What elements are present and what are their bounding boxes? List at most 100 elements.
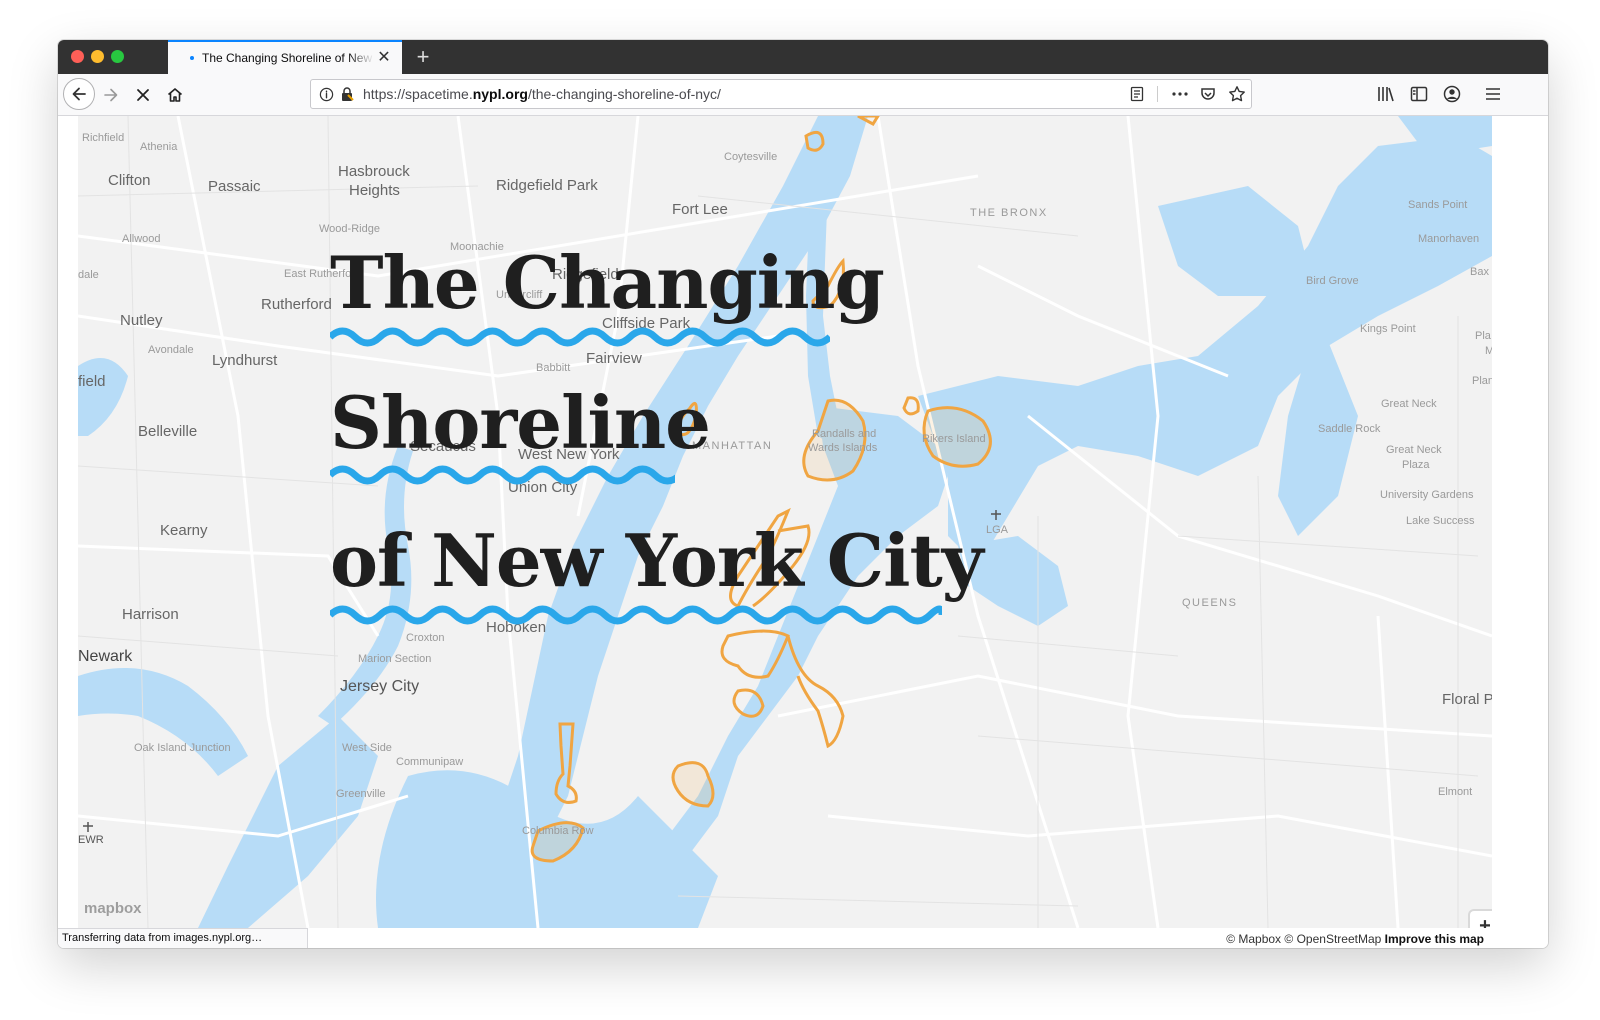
map-label: THE BRONX (970, 207, 1048, 219)
improve-map-link[interactable]: Improve this map (1385, 932, 1484, 946)
navigation-toolbar: https://spacetime.nypl.org/the-changing-… (58, 74, 1548, 116)
tab-title: The Changing Shoreline of New York City (202, 51, 374, 65)
home-icon (167, 88, 183, 102)
more-icon[interactable] (1171, 87, 1189, 101)
map-label: Avondale (148, 344, 194, 356)
zoom-in-button[interactable]: + (1470, 911, 1492, 928)
hero-title-line-2: Shoreline (330, 380, 711, 465)
map-label: Plando (1472, 375, 1492, 387)
map-viewport[interactable]: Richfield Athenia Clifton Passaic Hasbro… (78, 116, 1492, 928)
map-label: Bax (1470, 266, 1489, 278)
stop-button[interactable] (128, 80, 158, 110)
map-label: Hasbrouck (338, 163, 410, 180)
zoom-window-button[interactable] (111, 50, 124, 63)
library-icon[interactable] (1376, 85, 1396, 103)
map-label: field (78, 373, 106, 390)
map-label: Saddle Rock (1318, 423, 1381, 435)
sidebar-icon[interactable] (1410, 85, 1428, 103)
map-label: M (1485, 345, 1492, 357)
map-label: Randalls and (812, 428, 877, 440)
minimize-window-button[interactable] (91, 50, 104, 63)
map-zoom-control: + − (1470, 911, 1492, 928)
account-icon[interactable] (1442, 84, 1462, 104)
back-button[interactable] (63, 78, 95, 110)
map-label: Marion Section (358, 653, 432, 665)
pocket-icon[interactable] (1200, 86, 1216, 102)
map-label: Coytesville (724, 151, 778, 163)
lock-icon (342, 87, 354, 101)
map-label: Clifton (108, 172, 151, 189)
map-label: Rikers Island (922, 433, 986, 445)
page-margin-right (1492, 116, 1548, 928)
map-label: Kearny (160, 522, 208, 539)
map-label: West Side (342, 742, 392, 754)
tab-bar: The Changing Shoreline of New York City … (58, 40, 1548, 74)
info-icon (319, 87, 334, 102)
map-label: Wood-Ridge (319, 223, 380, 235)
attribution-mapbox-link[interactable]: © Mapbox (1226, 932, 1281, 946)
browser-window: The Changing Shoreline of New York City … (58, 40, 1548, 948)
map-label: LGA (986, 524, 1009, 536)
map-label: Jersey City (340, 678, 420, 695)
url-text: https://spacetime.nypl.org/the-changing-… (363, 86, 721, 102)
map-label: Lyndhurst (212, 352, 278, 369)
map-label: QUEENS (1182, 597, 1238, 609)
map-label: University Gardens (1380, 489, 1474, 501)
map-label: Croxton (406, 632, 445, 644)
map-label: EWR (78, 834, 104, 846)
close-icon (137, 89, 149, 101)
map-label: Elmont (1438, 786, 1473, 798)
map-label: Columbia Row (522, 825, 594, 837)
url-bar-separator (1157, 86, 1158, 102)
map-attribution: © Mapbox © OpenStreetMap Improve this ma… (1226, 932, 1484, 946)
map-label: Great Neck (1381, 398, 1437, 410)
map-label: Nutley (120, 312, 163, 329)
map-label: Richfield (82, 132, 125, 144)
mapbox-logo[interactable]: mapbox (84, 900, 142, 917)
reader-view-icon[interactable] (1129, 86, 1145, 102)
map-label: Manorhaven (1418, 233, 1480, 245)
map-label: Great Neck (1386, 444, 1442, 456)
map-label: Athenia (140, 141, 178, 153)
attribution-osm-link[interactable]: © OpenStreetMap (1284, 932, 1381, 946)
hero-title-line-1: The Changing (330, 240, 885, 325)
map-label: Wards Islands (808, 442, 878, 454)
wave-underline-1 (330, 327, 830, 347)
status-bar: Transferring data from images.nypl.org… (58, 928, 308, 948)
map-label: Pla (1475, 330, 1491, 342)
forward-button[interactable] (96, 80, 126, 110)
hero-title-line-3: of New York City (330, 518, 984, 603)
map-label: Harrison (122, 606, 179, 623)
arrow-right-icon (104, 88, 118, 102)
map-label: Lake Success (1406, 515, 1475, 527)
tab-active[interactable]: The Changing Shoreline of New York City … (168, 40, 402, 74)
map-label: Rutherford (261, 296, 332, 313)
map-label: Oak Island Junction (134, 742, 231, 754)
map-label: Heights (349, 182, 400, 199)
new-tab-button[interactable]: + (410, 44, 436, 70)
arrow-left-icon (72, 87, 86, 101)
map-label: Fairview (586, 350, 642, 367)
map-label: Passaic (208, 178, 261, 195)
bookmark-star-icon[interactable] (1228, 85, 1246, 103)
map-label: Newark (78, 648, 133, 665)
map-label: Belleville (138, 423, 198, 440)
url-bar[interactable]: https://spacetime.nypl.org/the-changing-… (310, 79, 1252, 109)
map-label: Greenville (336, 788, 386, 800)
map-label: Floral P (1442, 691, 1492, 708)
map-label: Fort Lee (672, 201, 728, 218)
wave-underline-3 (330, 605, 942, 625)
map-label: Allwood (122, 233, 161, 245)
loading-dot-icon (190, 56, 194, 60)
map-label: Kings Point (1360, 323, 1416, 335)
map-label: Communipaw (396, 756, 464, 768)
map-label: Sands Point (1408, 199, 1468, 211)
close-window-button[interactable] (71, 50, 84, 63)
hamburger-menu-icon[interactable] (1484, 85, 1502, 103)
map-label: Babbitt (536, 362, 571, 374)
map-label: dale (78, 269, 99, 281)
map-label: Bird Grove (1306, 275, 1359, 287)
home-button[interactable] (160, 80, 190, 110)
map-label: Ridgefield Park (496, 177, 598, 194)
tab-close-icon[interactable]: ✕ (376, 50, 392, 66)
